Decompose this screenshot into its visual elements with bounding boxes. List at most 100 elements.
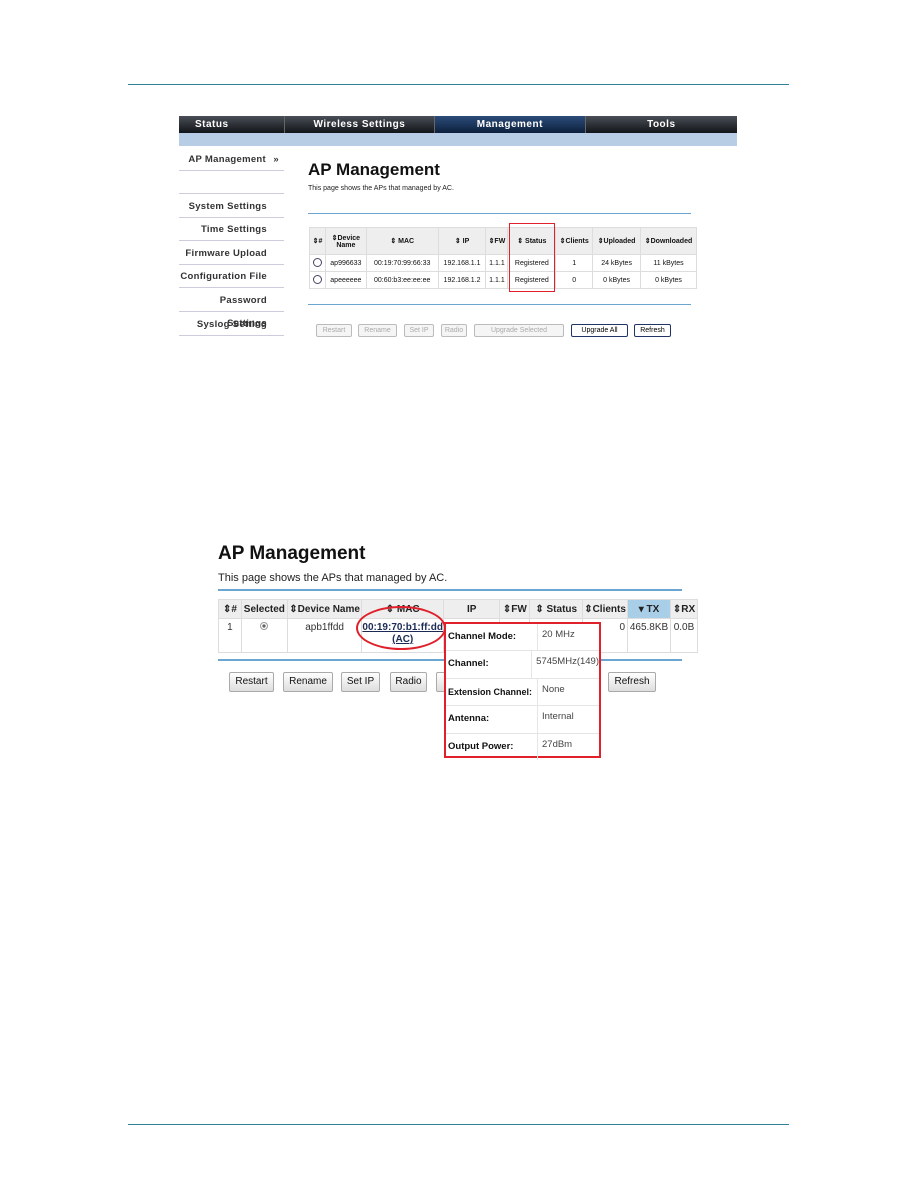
sidebar-label: Firmware Upload	[185, 248, 267, 259]
table-row: apeeeeee 00:60:b3:ee:ee:ee 192.168.1.2 1…	[309, 271, 697, 289]
status-highlight-box	[509, 223, 555, 292]
table-row: ap996633 00:19:70:99:66:33 192.168.1.1 1…	[309, 254, 697, 272]
col-clients[interactable]: ⇕Clients	[555, 227, 594, 255]
row-radio[interactable]	[309, 254, 326, 272]
table-header: ⇕# Selected ⇕Device Name ⇕ MAC IP ⇕FW ⇕ …	[218, 599, 698, 619]
sidebar-item-password-settings[interactable]: Password Settings	[179, 289, 284, 329]
cell-mac: 00:19:70:99:66:33	[365, 254, 439, 272]
page-title: AP Management	[218, 543, 366, 564]
cell-rx: 0.0B	[670, 618, 698, 653]
tooltip-row: Antenna: Internal	[446, 706, 599, 734]
tooltip-label: Channel:	[446, 651, 533, 678]
tooltip-label: Extension Channel:	[446, 678, 538, 706]
sidebar-item-firmware-upload[interactable]: Firmware Upload	[179, 242, 284, 265]
cell-ip: 192.168.1.2	[437, 271, 487, 289]
refresh-button[interactable]: Refresh	[634, 324, 671, 337]
col-ip[interactable]: IP	[442, 599, 501, 619]
sidebar-label: System Settings	[188, 201, 267, 212]
cell-device-name: apeeeeee	[324, 271, 367, 289]
col-index[interactable]: ⇕#	[309, 227, 326, 255]
cell-device-name: apb1ffdd	[286, 618, 363, 653]
sidebar-item-time-settings[interactable]: Time Settings	[179, 218, 284, 241]
col-downloaded[interactable]: ⇕Downloaded	[640, 227, 697, 255]
col-index[interactable]: ⇕#	[218, 599, 242, 619]
rename-button[interactable]: Rename	[283, 672, 333, 692]
refresh-button[interactable]: Refresh	[608, 672, 656, 692]
page-subtitle: This page shows the APs that managed by …	[308, 185, 454, 192]
mac-highlight-ellipse	[356, 606, 446, 650]
cell-mac: 00:60:b3:ee:ee:ee	[365, 271, 439, 289]
rename-button[interactable]: Rename	[358, 324, 397, 337]
sidebar-label: Syslog Setting	[196, 319, 267, 330]
cell-downloaded: 11 kBytes	[640, 254, 697, 272]
col-tx[interactable]: ▾ TX	[627, 599, 671, 619]
upgrade-selected-button[interactable]: Upgrade Selected	[474, 324, 564, 337]
set-ip-button[interactable]: Set IP	[341, 672, 380, 692]
col-mac[interactable]: ⇕ MAC	[365, 227, 439, 255]
radio-button[interactable]: Radio	[390, 672, 427, 692]
col-ip[interactable]: ⇕ IP	[437, 227, 487, 255]
tooltip-value: 5745MHz(149)	[536, 656, 599, 668]
col-device-name[interactable]: ⇕Device Name	[324, 227, 367, 255]
tooltip-value: 27dBm	[542, 738, 573, 750]
tooltip-label: Antenna:	[446, 706, 538, 733]
cell-fw: 1.1.1	[485, 271, 509, 289]
table-header: ⇕# ⇕Device Name ⇕ MAC ⇕ IP ⇕FW ⇕ Status …	[309, 227, 697, 255]
sidebar-label: Configuration File	[180, 271, 267, 282]
cell-clients: 1	[555, 254, 594, 272]
col-clients[interactable]: ⇕Clients	[582, 599, 629, 619]
col-rx[interactable]: ⇕RX	[670, 599, 698, 619]
tooltip-value: 20 MHz	[542, 629, 575, 640]
top-nav: Status Wireless Settings Management Tool…	[179, 116, 737, 133]
restart-button[interactable]: Restart	[316, 324, 352, 337]
tooltip-value: Internal	[542, 711, 574, 723]
sidebar-item-syslog-setting[interactable]: Syslog Setting	[179, 313, 284, 336]
cell-clients: 0	[555, 271, 594, 289]
radio-button[interactable]: Radio	[441, 324, 467, 337]
sidebar-label: AP Management	[188, 154, 266, 165]
cell-tx: 465.8KB	[627, 618, 671, 653]
cell-uploaded: 24 kBytes	[592, 254, 642, 272]
nav-tools[interactable]: Tools	[586, 116, 737, 133]
cell-fw: 1.1.1	[485, 254, 509, 272]
double-chevron-icon: »	[273, 154, 279, 165]
tooltip-value: None	[542, 683, 565, 695]
tooltip-row: Output Power: 27dBm	[446, 733, 599, 760]
col-fw[interactable]: ⇕FW	[485, 227, 509, 255]
sidebar-label: Time Settings	[200, 224, 267, 235]
tooltip-label: Output Power:	[446, 733, 538, 760]
cell-device-name: ap996633	[324, 254, 367, 272]
sidebar-item-system-settings[interactable]: System Settings	[179, 195, 284, 218]
divider	[218, 589, 682, 591]
cell-index: 1	[218, 618, 242, 653]
sub-bar	[179, 133, 737, 146]
cell-downloaded: 0 kBytes	[640, 271, 697, 289]
divider	[308, 213, 691, 214]
upgrade-all-button[interactable]: Upgrade All	[571, 324, 628, 337]
col-fw[interactable]: ⇕FW	[499, 599, 531, 619]
row-radio[interactable]	[240, 618, 288, 653]
sidebar-item-ap-management[interactable]: AP Management »	[179, 148, 284, 171]
col-uploaded[interactable]: ⇕Uploaded	[592, 227, 642, 255]
tooltip-label: Channel Mode:	[446, 624, 538, 651]
row-radio[interactable]	[309, 271, 326, 289]
sidebar-item-configuration-file[interactable]: Configuration File	[179, 265, 284, 288]
set-ip-button[interactable]: Set IP	[404, 324, 434, 337]
tooltip-row: Extension Channel: None	[446, 678, 599, 707]
page-subtitle: This page shows the APs that managed by …	[218, 572, 448, 584]
cell-ip: 192.168.1.1	[437, 254, 487, 272]
footer-rule	[128, 1124, 789, 1125]
cell-uploaded: 0 kBytes	[592, 271, 642, 289]
restart-button[interactable]: Restart	[229, 672, 274, 692]
tooltip-row: Channel: 5745MHz(149)	[446, 651, 599, 679]
col-device-name[interactable]: ⇕Device Name	[286, 599, 363, 619]
header-rule	[128, 84, 789, 85]
sidebar-item-empty	[179, 171, 284, 194]
page-title: AP Management	[308, 160, 440, 179]
nav-wireless-settings[interactable]: Wireless Settings	[285, 116, 436, 133]
nav-status[interactable]: Status	[179, 116, 285, 133]
divider	[308, 304, 691, 305]
nav-management[interactable]: Management	[435, 116, 586, 133]
ap-table: ⇕# ⇕Device Name ⇕ MAC ⇕ IP ⇕FW ⇕ Status …	[309, 227, 697, 289]
col-status[interactable]: ⇕ Status	[529, 599, 584, 619]
